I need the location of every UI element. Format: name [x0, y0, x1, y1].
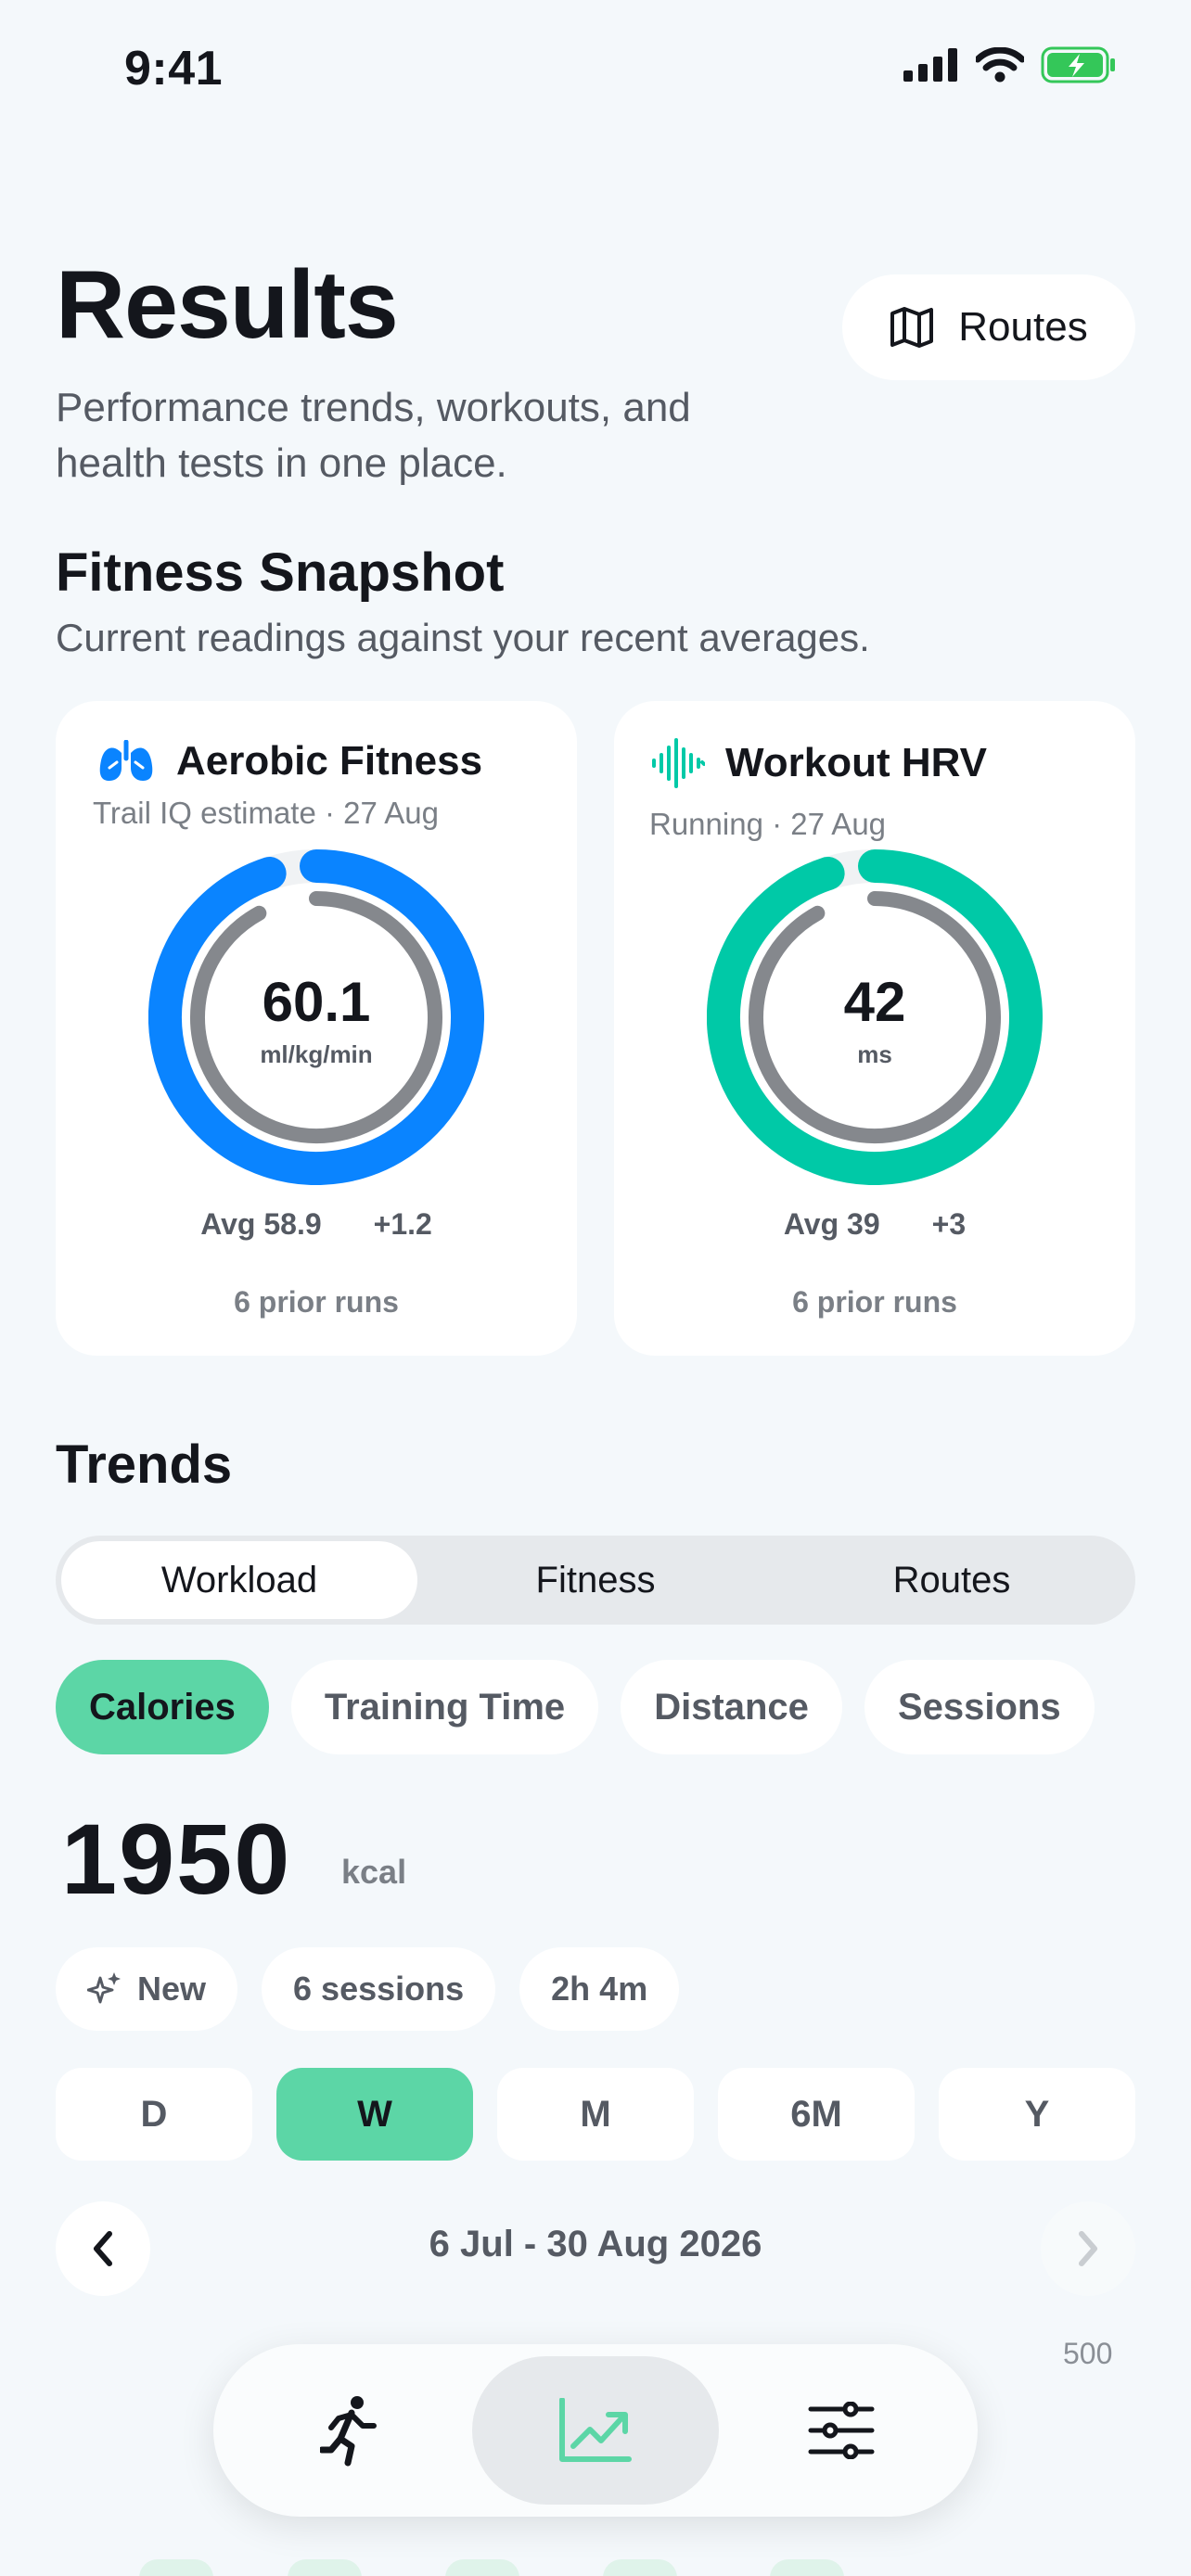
status-icons [903, 46, 1117, 83]
card-footer: 6 prior runs [234, 1285, 399, 1319]
page-title: Results [56, 251, 399, 359]
signal-icon [903, 48, 957, 82]
delta-value: +1.2 [373, 1207, 432, 1241]
metric-chips: Calories Training Time Distance Sessions [56, 1660, 1095, 1754]
chart-bar [288, 2559, 362, 2576]
wifi-icon [976, 47, 1024, 83]
date-range-label: 6 Jul - 30 Aug 2026 [429, 2224, 762, 2264]
chart-bar [445, 2559, 519, 2576]
delta-value: +3 [931, 1207, 967, 1241]
range-year[interactable]: Y [939, 2068, 1135, 2161]
chart-bar [139, 2559, 213, 2576]
duration-pill: 2h 4m [519, 1947, 680, 2031]
snapshot-description: Current readings against your recent ave… [56, 616, 870, 659]
new-pill[interactable]: New [56, 1947, 238, 2031]
card-stats: Avg 39 +3 [614, 1207, 1135, 1242]
chip-sessions[interactable]: Sessions [864, 1660, 1095, 1754]
chip-distance[interactable]: Distance [621, 1660, 842, 1754]
segment-routes[interactable]: Routes [774, 1541, 1130, 1619]
snapshot-title: Fitness Snapshot [56, 542, 505, 603]
chevron-right-icon [1079, 2231, 1097, 2266]
settings-tab[interactable] [719, 2356, 965, 2505]
card-title: Workout HRV [725, 740, 987, 785]
gauge-unit: ms [857, 1040, 892, 1068]
segment-workload[interactable]: Workload [61, 1541, 417, 1619]
trend-chart-icon [558, 2398, 632, 2462]
summary-pills: New 6 sessions 2h 4m [56, 1947, 680, 2031]
card-subtitle: Running · 27 Aug [649, 807, 887, 841]
card-title: Aerobic Fitness [176, 738, 483, 784]
chip-training-time[interactable]: Training Time [290, 1660, 599, 1754]
sliders-icon [808, 2402, 875, 2459]
next-period-button[interactable] [1041, 2201, 1135, 2296]
map-icon [890, 307, 934, 348]
page-subtitle: Performance trends, workouts, and health… [56, 385, 691, 486]
metric-value: 1950 [61, 1803, 292, 1915]
metric-unit: kcal [341, 1853, 407, 1891]
gauge-value: 60.1 [262, 971, 371, 1033]
card-footer: 6 prior runs [792, 1285, 957, 1319]
sessions-pill: 6 sessions [262, 1947, 496, 2031]
aerobic-fitness-card[interactable]: Aerobic Fitness Trail IQ estimate · 27 A… [56, 701, 577, 1356]
range-week[interactable]: W [276, 2068, 473, 2161]
trends-segmented-control: Workload Fitness Routes [56, 1536, 1135, 1625]
range-month[interactable]: M [497, 2068, 694, 2161]
sparkle-icon [87, 1972, 121, 2004]
workout-tab[interactable] [226, 2356, 472, 2505]
workout-hrv-card[interactable]: Workout HRV Running · 27 Aug 42 ms Avg 3… [614, 701, 1135, 1356]
card-title-row: Workout HRV [651, 738, 987, 788]
time-range-selector: D W M 6M Y [56, 2068, 1135, 2161]
segment-fitness[interactable]: Fitness [417, 1541, 774, 1619]
routes-button[interactable]: Routes [842, 274, 1135, 380]
routes-button-label: Routes [958, 304, 1088, 350]
trends-title: Trends [56, 1435, 233, 1495]
results-tab[interactable] [472, 2356, 719, 2505]
running-figure-icon [319, 2396, 377, 2467]
gauge-unit: ml/kg/min [260, 1040, 373, 1068]
chip-calories[interactable]: Calories [56, 1660, 269, 1754]
chart-bar [770, 2559, 844, 2576]
range-6-months[interactable]: 6M [718, 2068, 915, 2161]
waveform-icon [652, 738, 705, 788]
average-value: Avg 58.9 [200, 1207, 322, 1241]
chart-axis-max-label: 500 [1063, 2337, 1113, 2370]
average-value: Avg 39 [783, 1207, 880, 1241]
bottom-tab-bar [213, 2344, 978, 2517]
new-pill-label: New [137, 1970, 207, 2008]
card-title-row: Aerobic Fitness [96, 738, 482, 784]
battery-icon [1041, 46, 1115, 83]
lungs-icon [99, 740, 153, 781]
card-stats: Avg 58.9 +1.2 [56, 1207, 577, 1242]
gauge-value: 42 [843, 971, 906, 1033]
chart-bar [603, 2559, 677, 2576]
card-subtitle: Trail IQ estimate · 27 Aug [93, 796, 439, 830]
status-time: 9:41 [124, 42, 224, 96]
range-day[interactable]: D [56, 2068, 252, 2161]
